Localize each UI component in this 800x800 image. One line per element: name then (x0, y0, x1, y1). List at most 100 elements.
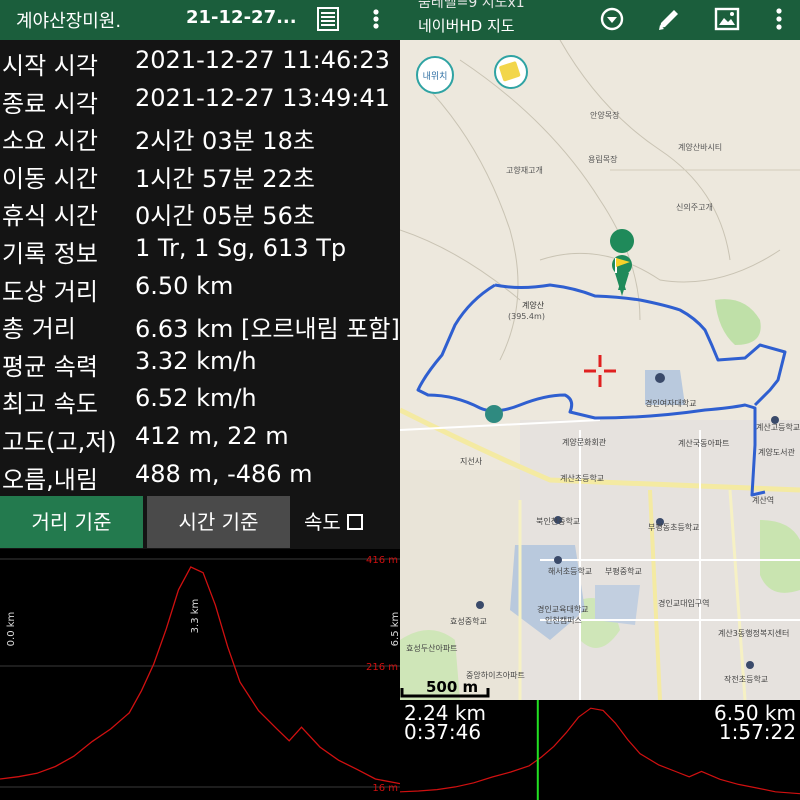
stat-label: 최고 속도 (2, 390, 98, 419)
track-title[interactable]: 계야산장미원. (16, 7, 121, 33)
map-label: 경인교육대학교 (537, 604, 589, 614)
poi-marker-icon (746, 661, 754, 669)
map-panel: 내위치 계양산 (395.4m) 계양문화회관 계산초등학교 북인천중학교 해서… (400, 0, 800, 800)
map-label: 계산역 (752, 495, 774, 505)
stat-row-elapsed: 소요 시간 2시간 03분 18초 (0, 119, 400, 157)
map-view[interactable]: 내위치 계양산 (395.4m) 계양문화회관 계산초등학교 북인천중학교 해서… (400, 40, 800, 700)
stat-row-altitude: 고도(고,저) 412 m, 22 m (0, 420, 400, 458)
edit-pencil-icon[interactable] (652, 2, 686, 36)
map-label: 효성두산아파트 (406, 643, 458, 653)
right-app-bar: 줌레벨=9 지도x1 네이버HD 지도 (400, 0, 800, 40)
stat-value: 1시간 57분 22초 (135, 164, 315, 193)
map-label: 안양목장 (590, 110, 620, 120)
scale-label: 500 m (426, 678, 479, 696)
left-app-bar: 계야산장미원. 21-12-27... (0, 0, 400, 40)
map-label: 효성중학교 (450, 616, 487, 626)
map-label: 계양산바시티 (678, 142, 722, 152)
stat-label: 도상 거리 (2, 277, 98, 306)
zoom-level-text: 줌레벨=9 지도x1 (418, 0, 525, 11)
stat-label: 고도(고,저) (2, 427, 117, 456)
map-label: 계양문화회관 (562, 437, 607, 447)
map-label: 부평동초등학교 (648, 522, 700, 532)
map-label: 계산고등학교 (756, 422, 800, 432)
stat-label: 휴식 시간 (2, 202, 98, 231)
stat-value: 2021-12-27 13:49:41 (135, 83, 390, 112)
map-label-elevation: (395.4m) (508, 312, 545, 321)
stat-label: 평균 속력 (2, 352, 98, 381)
y-max-label: 416 m (366, 555, 398, 566)
total-time: 1:57:22 (718, 720, 796, 744)
map-label: 작전초등학교 (724, 674, 768, 684)
stat-row-total-distance: 총 거리 6.63 km [오르내림 포함] (0, 307, 400, 345)
dropdown-circle-icon[interactable] (595, 2, 629, 36)
my-location-label: 내위치 (423, 70, 448, 82)
track-date: 21-12-27... (186, 7, 297, 28)
stat-row-record-info: 기록 정보 1 Tr, 1 Sg, 613 Tp (0, 232, 400, 270)
map-label: 경인교대입구역 (658, 598, 710, 608)
track-stats: 시작 시각 2021-12-27 11:46:23 종료 시각 2021-12-… (0, 44, 400, 495)
stat-value: 6.63 km [오르내림 포함] (135, 315, 400, 344)
stat-label: 시작 시각 (2, 52, 98, 80)
poi-marker-icon[interactable] (485, 405, 503, 423)
my-location-button[interactable]: 내위치 (416, 56, 454, 94)
map-label: 계양도서관 (758, 447, 795, 457)
speed-checkbox-label: 속도 (304, 510, 341, 534)
x-mid-label: 3.3 km (190, 599, 201, 634)
map-label: 부평중학교 (605, 566, 642, 576)
stat-label: 기록 정보 (2, 239, 98, 268)
stat-row-moving-time: 이동 시간 1시간 57분 22초 (0, 157, 400, 195)
stat-row-rest-time: 휴식 시간 0시간 05분 56초 (0, 194, 400, 232)
stat-row-start-time: 시작 시각 2021-12-27 11:46:23 (0, 44, 400, 82)
map-label: 경인여자대학교 (645, 398, 697, 408)
more-vert-icon[interactable] (762, 2, 796, 36)
poi-marker-icon (476, 601, 484, 609)
app-root: 계야산장미원. 21-12-27... 시작 시각 2021-12-27 11:… (0, 0, 800, 800)
stat-value: 1 Tr, 1 Sg, 613 Tp (135, 233, 347, 262)
map-label: 계산3동행정복지센터 (718, 628, 789, 638)
checkbox-icon[interactable] (346, 514, 363, 530)
speed-checkbox[interactable]: 속도 (304, 496, 363, 548)
map-label: 북인천중학교 (536, 516, 580, 526)
stat-value: 2시간 03분 18초 (135, 127, 315, 156)
map-label: 용림목장 (588, 154, 618, 164)
stat-label: 이동 시간 (2, 164, 98, 193)
stat-value: 412 m, 22 m (135, 421, 289, 450)
stat-label: 종료 시각 (2, 89, 98, 118)
stat-value: 6.50 km (135, 271, 234, 300)
stat-label: 총 거리 (2, 315, 76, 344)
stat-label: 소요 시간 (2, 127, 98, 156)
stat-label: 오름,내림 (2, 465, 98, 494)
stat-row-map-distance: 도상 거리 6.50 km (0, 270, 400, 308)
map-label: 해서초등학교 (548, 566, 592, 576)
stat-value: 0시간 05분 56초 (135, 202, 315, 231)
y-mid-label: 216 m (366, 662, 398, 673)
stat-value: 488 m, -486 m (135, 459, 313, 488)
map-label: 계산국동아파트 (678, 438, 730, 448)
map-label: 지선사 (460, 457, 483, 466)
mini-elevation-chart[interactable]: 2.24 km 0:37:46 6.50 km 1:57:22 (400, 700, 800, 800)
poi-marker-icon (554, 556, 562, 564)
distance-basis-button[interactable]: 거리 기준 (0, 496, 143, 548)
list-icon[interactable] (316, 6, 340, 32)
x-end-label: 6.5 km (390, 612, 400, 647)
map-label: 신의주고개 (676, 202, 713, 212)
stat-row-ascent-descent: 오름,내림 488 m, -486 m (0, 458, 400, 496)
elevation-chart[interactable]: 416 m 216 m 16 m 0.0 km 3.3 km 6.5 km (0, 549, 400, 800)
cursor-time: 0:37:46 (404, 720, 482, 744)
time-basis-button[interactable]: 시간 기준 (147, 496, 290, 548)
stat-row-max-speed: 최고 속도 6.52 km/h (0, 382, 400, 420)
map-source-label[interactable]: 네이버HD 지도 (418, 15, 515, 36)
stat-row-avg-speed: 평균 속력 3.32 km/h (0, 345, 400, 383)
stat-value: 2021-12-27 11:46:23 (135, 46, 390, 74)
note-marker-icon[interactable] (494, 55, 528, 89)
map-label: 계산초등학교 (560, 473, 604, 483)
map-label: 인천캠퍼스 (545, 615, 582, 625)
y-min-label: 16 m (372, 783, 398, 794)
x-start-label: 0.0 km (6, 612, 17, 647)
track-info-panel: 계야산장미원. 21-12-27... 시작 시각 2021-12-27 11:… (0, 0, 400, 800)
map-layer-icon[interactable] (710, 2, 744, 36)
more-vert-icon[interactable] (366, 6, 386, 32)
stat-row-end-time: 종료 시각 2021-12-27 13:49:41 (0, 82, 400, 120)
map-label-mountain: 계양산 (522, 300, 545, 310)
stat-value: 3.32 km/h (135, 346, 257, 375)
